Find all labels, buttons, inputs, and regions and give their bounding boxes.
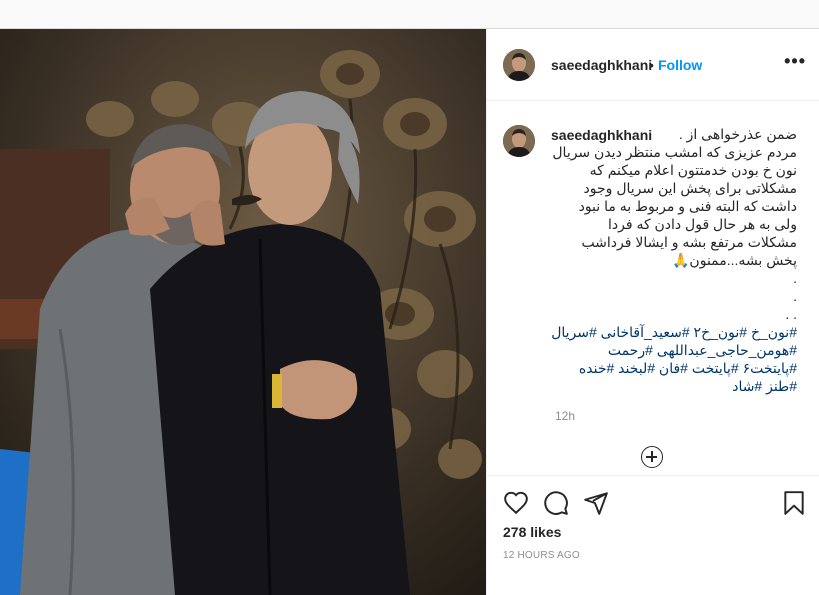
avatar-image [503,125,535,157]
likes-count[interactable]: 278 likes [503,524,561,540]
photo-illustration [0,29,486,595]
more-horizontal-icon[interactable]: ••• [784,51,806,72]
bookmark-icon[interactable] [781,490,807,516]
post-header: saeedaghkhani • Follow ••• [487,29,819,101]
avatar-image [503,49,535,81]
plus-circle-icon[interactable] [641,446,663,468]
comment-icon[interactable] [543,490,569,516]
top-strip [0,0,819,28]
caption-body: ضمن عذرخواهی از . مردم عزیزی که امشب منت… [552,126,797,322]
post-dialog: saeedaghkhani • Follow ••• saeedaghkhani… [0,28,819,595]
avatar[interactable] [503,49,535,81]
caption-time[interactable]: 12h [555,409,575,423]
post-timestamp[interactable]: 12 HOURS AGO [503,550,580,561]
header-username[interactable]: saeedaghkhani [551,57,652,73]
caption-avatar[interactable] [503,125,535,157]
post-side-panel: saeedaghkhani • Follow ••• saeedaghkhani… [486,29,819,595]
follow-button[interactable]: Follow [658,57,702,73]
paper-plane-icon[interactable] [583,490,609,516]
post-actions: 278 likes 12 HOURS AGO [487,475,819,595]
caption-hashtags[interactable]: #نون_خ #نون_خ۲ #سعید_آقاخانی #سریال #هوم… [549,323,797,395]
post-photo[interactable] [0,29,486,595]
comments-section: saeedaghkhani ضمن عذرخواهی از . مردم عزی… [487,101,819,431]
header-separator: • [649,57,654,73]
caption-text: ضمن عذرخواهی از . مردم عزیزی که امشب منت… [549,125,797,323]
heart-icon[interactable] [503,490,529,516]
